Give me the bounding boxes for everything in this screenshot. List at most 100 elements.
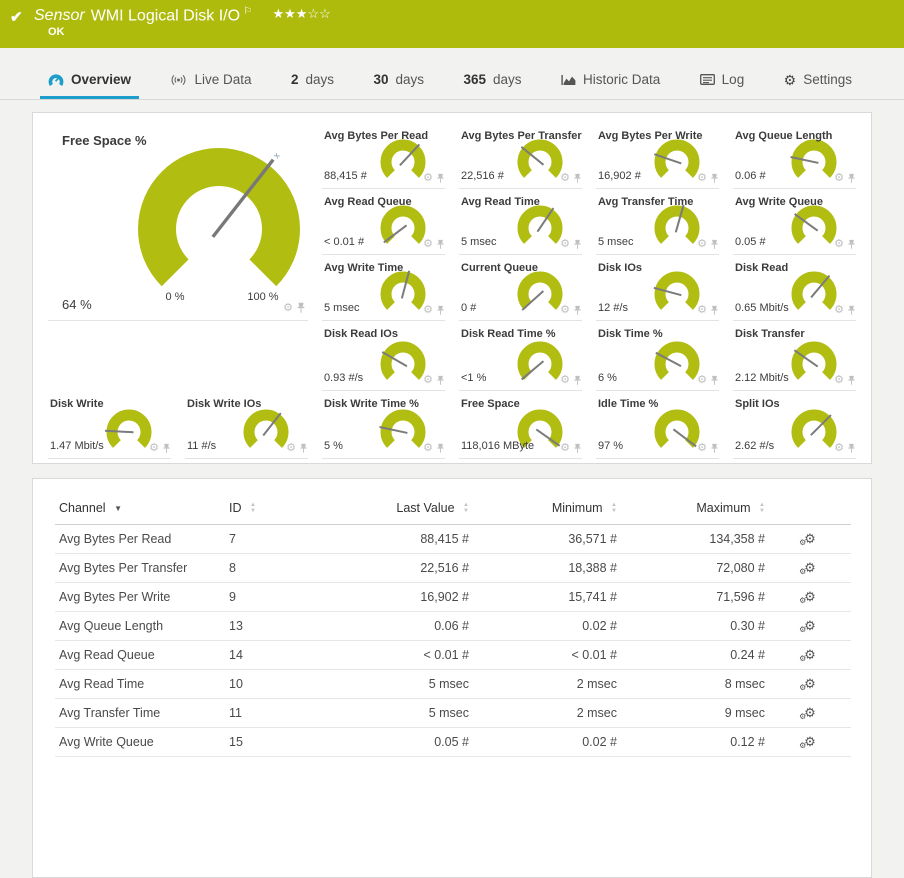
channel-settings-gear-icon[interactable]: ⚙	[560, 305, 570, 316]
channel-gauge-cell[interactable]: Avg Write Time 5 msec ⚙	[322, 255, 445, 321]
cell-channel[interactable]: Avg Queue Length	[55, 611, 225, 641]
channel-gauge-cell[interactable]: Idle Time % 97 % ⚙	[596, 391, 719, 459]
column-header-maximum[interactable]: Maximum ▲ ▼	[621, 495, 769, 525]
channel-settings-gear-icon[interactable]: ⚙	[834, 173, 844, 184]
channel-settings-gear-icon[interactable]: ⚙	[149, 443, 159, 454]
channel-settings-gear-icon[interactable]: ⚙	[697, 239, 707, 250]
pin-icon[interactable]	[573, 375, 582, 386]
pin-icon[interactable]	[710, 305, 719, 316]
channel-gauge-cell[interactable]: Disk Transfer 2.12 Mbit/s ⚙	[733, 321, 856, 391]
channel-gauge-cell[interactable]: Avg Bytes Per Read 88,415 # ⚙	[322, 123, 445, 189]
channel-settings-gear-icon[interactable]: ⚙	[423, 443, 433, 454]
channel-settings-gear-icon[interactable]: ⚙	[423, 239, 433, 250]
pin-icon[interactable]	[436, 239, 445, 250]
pin-icon[interactable]	[573, 443, 582, 454]
channel-table-row[interactable]: Avg Bytes Per Transfer 8 22,516 # 18,388…	[55, 553, 851, 583]
cell-channel[interactable]: Avg Transfer Time	[55, 698, 225, 728]
pin-icon[interactable]	[710, 375, 719, 386]
column-header-minimum[interactable]: Minimum ▲ ▼	[473, 495, 621, 525]
channel-settings-gear-icon[interactable]: ⚙	[697, 305, 707, 316]
channel-gauge-cell[interactable]: Avg Read Queue < 0.01 # ⚙	[322, 189, 445, 255]
channel-settings-gear-icon[interactable]: ⚙	[697, 375, 707, 386]
pin-icon[interactable]	[710, 173, 719, 184]
channel-table-row[interactable]: Avg Read Time 10 5 msec 2 msec 8 msec ⚙ ⚙	[55, 669, 851, 699]
pin-icon[interactable]	[436, 173, 445, 184]
channel-settings-gear-icon[interactable]: ⚙	[560, 239, 570, 250]
edit-channel-gears-icon[interactable]: ⚙ ⚙	[799, 532, 816, 547]
channel-table-row[interactable]: Avg Transfer Time 11 5 msec 2 msec 9 mse…	[55, 698, 851, 728]
cell-channel[interactable]: Avg Bytes Per Write	[55, 582, 225, 612]
tab-historic-data[interactable]: Historic Data	[553, 64, 668, 99]
channel-settings-gear-icon[interactable]: ⚙	[283, 303, 293, 314]
channel-gauge-cell[interactable]: Split IOs 2.62 #/s ⚙	[733, 391, 856, 459]
pin-icon[interactable]	[847, 239, 856, 250]
edit-channel-gears-icon[interactable]: ⚙ ⚙	[799, 561, 816, 576]
free-space-gauge[interactable]: x 0 % 100 %	[104, 137, 334, 311]
cell-channel[interactable]: Avg Read Time	[55, 669, 225, 699]
pin-icon[interactable]	[436, 375, 445, 386]
edit-channel-gears-icon[interactable]: ⚙ ⚙	[799, 648, 816, 663]
channel-gauge-cell[interactable]: Disk IOs 12 #/s ⚙	[596, 255, 719, 321]
column-header-last-value[interactable]: Last Value ▲ ▼	[293, 495, 473, 525]
channel-gauge-cell[interactable]: Disk Write IOs 11 #/s ⚙	[185, 391, 308, 459]
priority-stars[interactable]: ★★★☆☆	[272, 6, 330, 21]
edit-channel-gears-icon[interactable]: ⚙ ⚙	[799, 735, 816, 750]
channel-table-row[interactable]: Avg Queue Length 13 0.06 # 0.02 # 0.30 #…	[55, 611, 851, 641]
pin-icon[interactable]	[710, 443, 719, 454]
channel-gauge-cell[interactable]: Disk Read 0.65 Mbit/s ⚙	[733, 255, 856, 321]
channel-gauge-cell[interactable]: Avg Transfer Time 5 msec ⚙	[596, 189, 719, 255]
channel-settings-gear-icon[interactable]: ⚙	[423, 173, 433, 184]
edit-channel-gears-icon[interactable]: ⚙ ⚙	[799, 590, 816, 605]
channel-gauge-cell[interactable]: Current Queue 0 # ⚙	[459, 255, 582, 321]
pin-icon[interactable]	[847, 305, 856, 316]
channel-settings-gear-icon[interactable]: ⚙	[560, 443, 570, 454]
tab-365-days[interactable]: 365 days	[455, 64, 529, 99]
tab-30-days[interactable]: 30 days	[365, 64, 432, 99]
channel-settings-gear-icon[interactable]: ⚙	[834, 443, 844, 454]
channel-settings-gear-icon[interactable]: ⚙	[834, 305, 844, 316]
channel-gauge-cell[interactable]: Avg Write Queue 0.05 # ⚙	[733, 189, 856, 255]
pin-icon[interactable]	[847, 443, 856, 454]
pin-icon[interactable]	[573, 239, 582, 250]
stars-empty[interactable]: ☆☆	[307, 6, 330, 21]
channel-table-row[interactable]: Avg Bytes Per Write 9 16,902 # 15,741 # …	[55, 582, 851, 612]
tab-overview[interactable]: Overview	[40, 64, 140, 99]
pin-icon[interactable]	[436, 305, 445, 316]
pin-icon[interactable]	[847, 173, 856, 184]
channel-gauge-cell[interactable]: Avg Bytes Per Transfer 22,516 # ⚙	[459, 123, 582, 189]
channel-settings-gear-icon[interactable]: ⚙	[423, 375, 433, 386]
pin-icon[interactable]	[847, 375, 856, 386]
channel-gauge-cell[interactable]: Free Space 118,016 MByte ⚙	[459, 391, 582, 459]
channel-gauge-cell[interactable]: Avg Read Time 5 msec ⚙	[459, 189, 582, 255]
tab-live-data[interactable]: Live Data	[162, 64, 259, 99]
pin-icon[interactable]	[573, 305, 582, 316]
pin-icon[interactable]	[162, 443, 171, 454]
pin-icon[interactable]	[710, 239, 719, 250]
channel-table-row[interactable]: Avg Bytes Per Read 7 88,415 # 36,571 # 1…	[55, 524, 851, 554]
tab-2-days[interactable]: 2 days	[283, 64, 342, 99]
channel-settings-gear-icon[interactable]: ⚙	[697, 443, 707, 454]
pin-icon[interactable]	[296, 302, 306, 314]
channel-settings-gear-icon[interactable]: ⚙	[697, 173, 707, 184]
cell-channel[interactable]: Avg Write Queue	[55, 727, 225, 757]
channel-gauge-cell[interactable]: Disk Read Time % <1 % ⚙	[459, 321, 582, 391]
channel-table-row[interactable]: Avg Read Queue 14 < 0.01 # < 0.01 # 0.24…	[55, 640, 851, 670]
edit-channel-gears-icon[interactable]: ⚙ ⚙	[799, 706, 816, 721]
tab-log[interactable]: Log	[692, 64, 753, 99]
channel-settings-gear-icon[interactable]: ⚙	[560, 173, 570, 184]
channel-settings-gear-icon[interactable]: ⚙	[560, 375, 570, 386]
channel-gauge-cell[interactable]: Disk Read IOs 0.93 #/s ⚙	[322, 321, 445, 391]
flag-icon[interactable]: ⚐	[243, 6, 252, 17]
column-header-channel[interactable]: Channel ▼	[55, 495, 225, 525]
channel-gauge-cell[interactable]: Disk Time % 6 % ⚙	[596, 321, 719, 391]
pin-icon[interactable]	[299, 443, 308, 454]
pin-icon[interactable]	[573, 173, 582, 184]
channel-settings-gear-icon[interactable]: ⚙	[286, 443, 296, 454]
cell-channel[interactable]: Avg Bytes Per Transfer	[55, 553, 225, 583]
channel-gauge-cell[interactable]: Disk Write Time % 5 % ⚙	[322, 391, 445, 459]
channel-gauge-cell[interactable]: Disk Write 1.47 Mbit/s ⚙	[48, 391, 171, 459]
cell-channel[interactable]: Avg Bytes Per Read	[55, 524, 225, 554]
pin-icon[interactable]	[436, 443, 445, 454]
edit-channel-gears-icon[interactable]: ⚙ ⚙	[799, 677, 816, 692]
primary-channel-gauge[interactable]: Free Space % x 0 % 100 % 64 % ⚙	[48, 123, 308, 321]
